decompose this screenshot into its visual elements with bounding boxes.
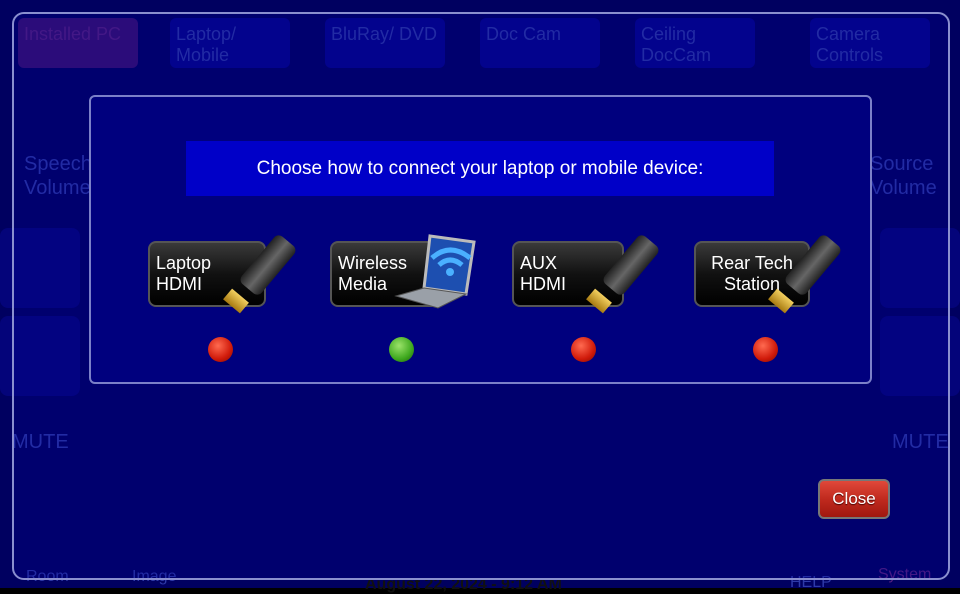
option-label: AUX — [520, 253, 558, 273]
option-label: HDMI — [520, 274, 566, 294]
status-led-laptop-hdmi — [208, 337, 233, 362]
wireless-laptop-icon — [394, 234, 476, 309]
option-label: Rear Tech — [711, 253, 793, 273]
close-button[interactable]: Close — [818, 479, 890, 519]
option-label: Laptop — [156, 253, 212, 273]
status-led-rear-tech-station — [753, 337, 778, 362]
status-led-aux-hdmi — [571, 337, 596, 362]
status-led-wireless-media — [389, 337, 414, 362]
connection-dialog — [89, 95, 872, 384]
dialog-title: Choose how to connect your laptop or mob… — [186, 141, 774, 196]
